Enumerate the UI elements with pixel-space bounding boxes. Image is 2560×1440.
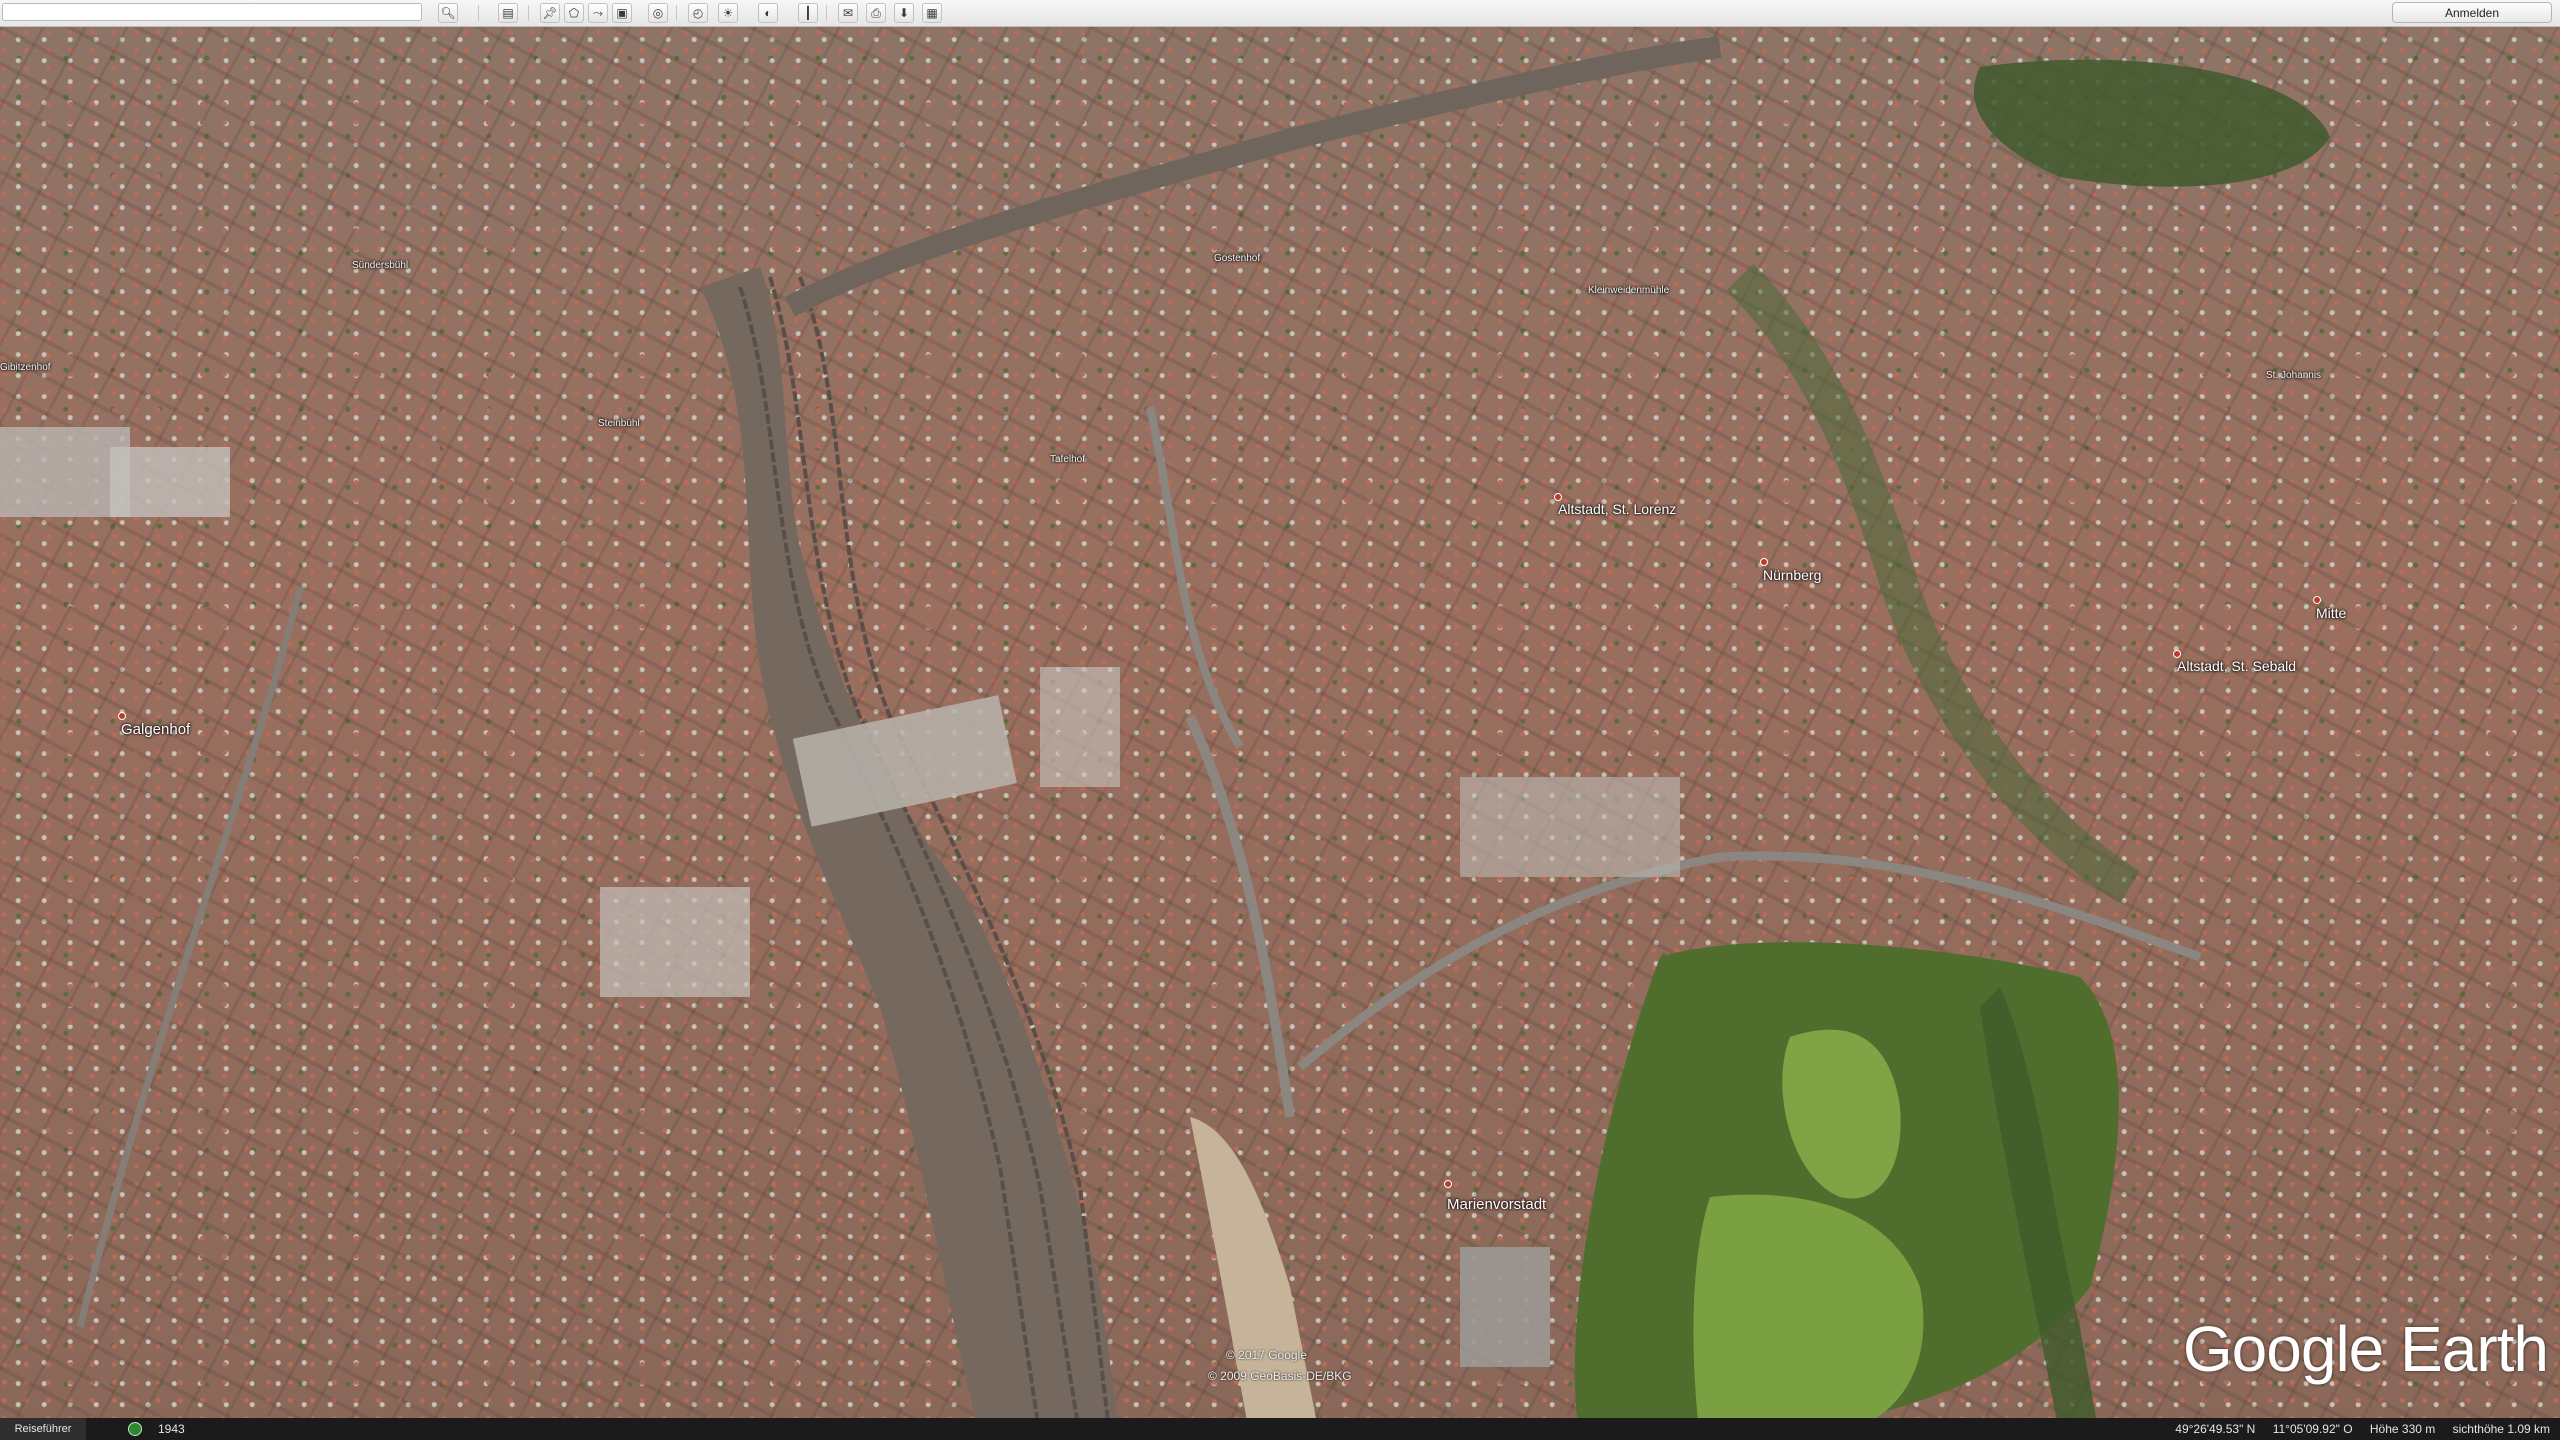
sidebar-icon[interactable]: ▤ (498, 3, 518, 23)
historical-imagery-icon[interactable] (128, 1422, 142, 1436)
ruler-icon[interactable]: ┃ (798, 3, 818, 23)
save-image-icon[interactable]: ⬇ (894, 3, 914, 23)
north-park-area (1973, 59, 2330, 187)
toolbar-divider (478, 5, 479, 21)
top-toolbar: 🔍︎ ▤ 📌︎ ⬠ ⤳ ▣ ◎ ◴ ☀ ◐ ┃ ✉ ⎙ ⬇ ▦ Anmelden (0, 0, 2560, 27)
place-pin[interactable] (2173, 650, 2181, 658)
longitude-value: 11°05'09.92" O (2272, 1422, 2353, 1436)
historical-icon[interactable]: ◴ (688, 3, 708, 23)
place-pin[interactable] (118, 712, 126, 720)
place-label-steinbuhl[interactable]: Steinbühl (598, 418, 640, 429)
placemark-icon[interactable]: 📌︎ (540, 3, 560, 23)
path-icon[interactable]: ⤳ (588, 3, 608, 23)
main-road (76, 586, 304, 1328)
print-icon[interactable]: ⎙ (866, 3, 886, 23)
railway-corridor (700, 267, 1120, 1438)
place-label-gostenhof[interactable]: Gostenhof (1214, 253, 1260, 264)
place-label-altstadt-lorenz[interactable]: Altstadt, St. Lorenz (1558, 501, 1676, 517)
place-label-st-johannis[interactable]: St. Johannis (2266, 370, 2321, 381)
copyright-geobasis: © 2009 GeoBasis-DE/BKG (1208, 1369, 1352, 1383)
industrial-block (110, 447, 230, 517)
place-label-altstadt-sebald[interactable]: Altstadt, St. Sebald (2177, 658, 2296, 674)
place-label-kleinweidenmuhle[interactable]: Kleinweidenmühle (1588, 285, 1669, 296)
google-earth-logo: Google Earth (2182, 1313, 2549, 1385)
overlay-icon[interactable]: ▣ (612, 3, 632, 23)
imagery-year: 1943 (158, 1422, 185, 1436)
toolbar-divider (676, 5, 677, 21)
latitude-value: 49°26'49.53" N (2175, 1422, 2256, 1436)
status-bar: Reiseführer 1943 49°26'49.53" N 11°05'09… (0, 1418, 2560, 1440)
railway-northeast (784, 36, 1722, 317)
place-pin[interactable] (1554, 493, 1562, 501)
search-input[interactable] (2, 3, 422, 21)
planets-icon[interactable]: ◐ (758, 3, 778, 23)
place-label-marienvorstadt[interactable]: Marienvorstadt (1447, 1196, 1546, 1213)
tour-icon[interactable]: ◎ (648, 3, 668, 23)
place-label-mitte[interactable]: Mitte (2316, 605, 2346, 621)
toolbar-divider (528, 5, 529, 21)
polygon-icon[interactable]: ⬠ (564, 3, 584, 23)
search-icon[interactable]: 🔍︎ (438, 3, 458, 23)
sun-icon[interactable]: ☀ (718, 3, 738, 23)
maps-icon[interactable]: ▦ (922, 3, 942, 23)
place-label-gibitzenhof[interactable]: Gibitzenhof (0, 362, 51, 373)
place-pin[interactable] (1760, 558, 1768, 566)
construction-site (1190, 1117, 1320, 1438)
place-label-nurnberg[interactable]: Nürnberg (1763, 567, 1821, 583)
email-icon[interactable]: ✉ (838, 3, 858, 23)
toolbar-divider (826, 5, 827, 21)
main-road (1146, 406, 1244, 750)
map-features (0, 36, 2330, 1438)
commercial-block (600, 887, 750, 997)
copyright-google: © 2017 Google (1226, 1348, 1307, 1362)
place-label-tafelhof[interactable]: Tafelhof (1050, 454, 1085, 465)
eye-altitude-value: sichthöhe 1.09 km (2452, 1422, 2550, 1436)
place-pin[interactable] (1444, 1180, 1452, 1188)
map-viewport[interactable]: Galgenhof Marienvorstadt Altstadt, St. L… (0, 27, 2560, 1438)
coordinates-readout: 49°26'49.53" N 11°05'09.92" O Höhe 330 m… (2161, 1418, 2550, 1440)
main-road (1185, 714, 1295, 1118)
commercial-block (1040, 667, 1120, 787)
place-pin[interactable] (2313, 596, 2321, 604)
tour-guide-button[interactable]: Reiseführer (0, 1418, 86, 1440)
elevation-value: Höhe 330 m (2369, 1422, 2436, 1436)
signin-button[interactable]: Anmelden (2392, 2, 2552, 23)
place-label-galgenhof[interactable]: Galgenhof (121, 721, 190, 738)
commercial-block (1460, 1247, 1550, 1367)
commercial-block (1460, 777, 1680, 877)
place-label-sundersbuhl[interactable]: Sündersbühl (352, 260, 408, 271)
